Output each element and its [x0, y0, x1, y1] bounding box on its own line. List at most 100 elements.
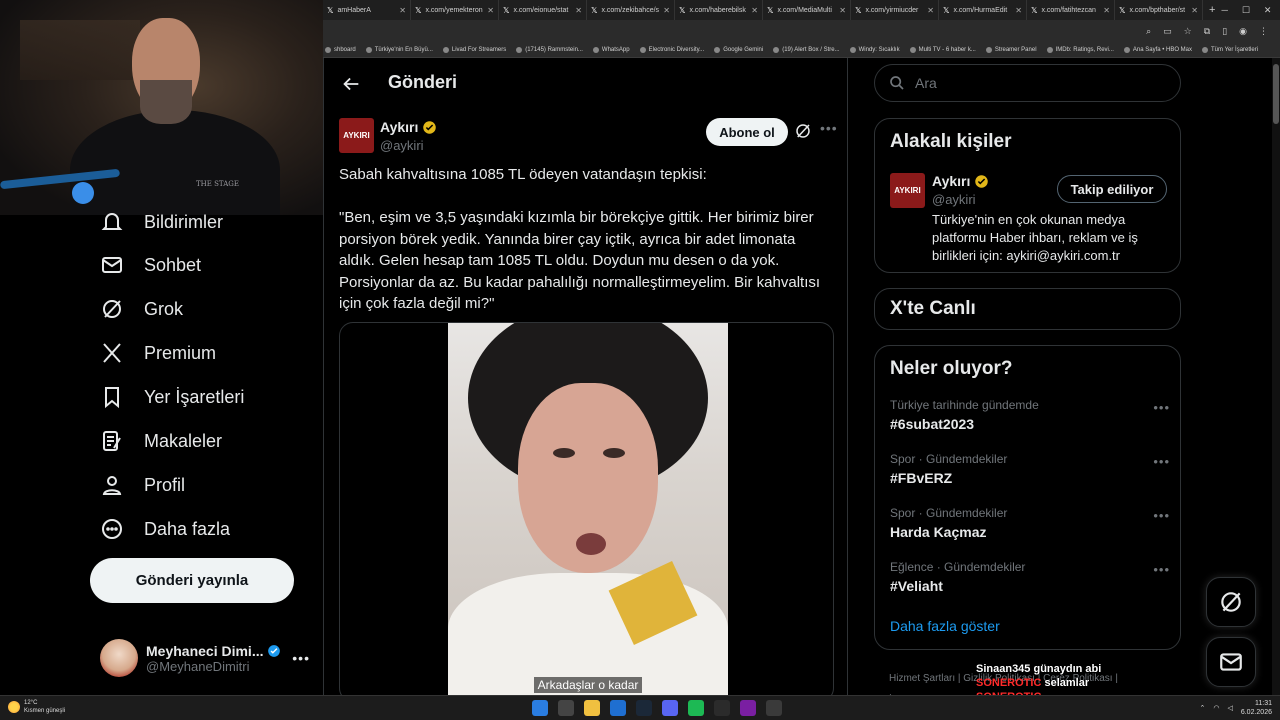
search-box[interactable]: [874, 64, 1181, 102]
wifi-icon[interactable]: ◠: [1213, 704, 1219, 712]
browser-tab[interactable]: 𝕏amHaberA ✕: [323, 0, 411, 20]
tab-close-icon[interactable]: ✕: [487, 6, 494, 15]
trend-item[interactable]: Türkiye tarihinde gündemde #6subat2023 •…: [890, 398, 1170, 442]
profile-icon[interactable]: ◉: [1239, 26, 1247, 37]
bookmark-item[interactable]: Türkiye'nin En Büyü...: [365, 46, 433, 53]
following-button[interactable]: Takip ediliyor: [1057, 175, 1167, 203]
trend-more-icon[interactable]: •••: [1153, 400, 1170, 415]
trend-more-icon[interactable]: •••: [1153, 508, 1170, 523]
bookmark-item[interactable]: Google Gemini: [714, 46, 763, 53]
app-icon[interactable]: [714, 700, 730, 716]
start-icon[interactable]: [532, 700, 548, 716]
bookmark-item[interactable]: IMDb: Ratings, Revi...: [1046, 46, 1114, 53]
minimize-icon[interactable]: ─: [1221, 5, 1227, 16]
tweet-video[interactable]: Arkadaşlar o kadar: [339, 322, 834, 695]
bookmark-item[interactable]: Livad For Streamers: [442, 46, 506, 53]
tab-close-icon[interactable]: ✕: [927, 6, 934, 15]
browser-tab[interactable]: 𝕏x.com/zekibahce/s ✕: [587, 0, 675, 20]
nav-profile[interactable]: Profil: [100, 470, 185, 500]
video-frame[interactable]: Arkadaşlar o kadar: [448, 323, 728, 695]
related-handle[interactable]: @aykiri: [932, 192, 976, 207]
tweet-author-avatar[interactable]: AYKIRI: [339, 118, 374, 153]
nav-more[interactable]: Daha fazla: [100, 514, 230, 544]
nav-notifications[interactable]: Bildirimler: [100, 207, 223, 237]
maximize-icon[interactable]: ☐: [1242, 5, 1250, 16]
spotify-icon[interactable]: [688, 700, 704, 716]
browser-tab[interactable]: 𝕏x.com/haberebilsk ✕: [675, 0, 763, 20]
cast-icon[interactable]: ▭: [1163, 26, 1172, 37]
page-scrollbar[interactable]: [1272, 58, 1280, 695]
browser-tab[interactable]: 𝕏x.com/eionue/stat ✕: [499, 0, 587, 20]
tray-chevron-icon[interactable]: ⌃: [1199, 704, 1205, 712]
tweet-author-handle[interactable]: @aykiri: [380, 138, 424, 153]
bookmark-item[interactable]: Electronic Diversity...: [639, 46, 704, 53]
tab-close-icon[interactable]: ✕: [575, 6, 582, 15]
bookmark-item[interactable]: Multi TV - 6 haber k...: [909, 46, 976, 53]
show-more-link[interactable]: Daha fazla göster: [890, 618, 1000, 634]
bookmark-item[interactable]: Ana Sayfa • HBO Max: [1123, 46, 1192, 53]
account-switcher[interactable]: Meyhaneci Dimi... @MeyhaneDimitri •••: [100, 636, 310, 680]
nav-premium[interactable]: Premium: [100, 338, 216, 368]
nav-grok[interactable]: Grok: [100, 294, 183, 324]
browser-tab[interactable]: 𝕏x.com/MediaMulti ✕: [763, 0, 851, 20]
tab-close-icon[interactable]: ✕: [839, 6, 846, 15]
subscribe-button[interactable]: Abone ol: [706, 118, 788, 146]
weather-widget[interactable]: 12°C Kısmen güneşli: [8, 699, 65, 715]
search-taskbar-icon[interactable]: [558, 700, 574, 716]
trend-item[interactable]: Spor · Gündemdekiler #FBvERZ •••: [890, 452, 1170, 496]
steam-icon[interactable]: [636, 700, 652, 716]
sidebar-icon[interactable]: ▯: [1222, 26, 1227, 37]
more-dots-icon[interactable]: •••: [292, 650, 310, 666]
browser-tab[interactable]: 𝕏x.com/yemekteron ✕: [411, 0, 499, 20]
extensions-icon[interactable]: ⧉: [1204, 26, 1210, 37]
tab-close-icon[interactable]: ✕: [1015, 6, 1022, 15]
browser-tab[interactable]: 𝕏x.com/HurmaEdit ✕: [939, 0, 1027, 20]
edge-icon[interactable]: [610, 700, 626, 716]
grok-fab[interactable]: [1206, 577, 1256, 627]
post-button[interactable]: Gönderi yayınla: [90, 558, 294, 603]
nav-chat[interactable]: Sohbet: [100, 250, 201, 280]
related-name[interactable]: Aykırı: [932, 173, 989, 189]
new-tab-button[interactable]: +: [1203, 4, 1221, 16]
bookmark-item[interactable]: Windy: Sıcaklık: [849, 46, 900, 53]
clock[interactable]: 11:31 6.02.2026: [1241, 699, 1272, 717]
browser-menu-icon[interactable]: ⋮: [1259, 26, 1268, 37]
file-explorer-icon[interactable]: [584, 700, 600, 716]
tweet-more-icon[interactable]: •••: [820, 120, 838, 136]
streaming-app-icon[interactable]: [740, 700, 756, 716]
tab-close-icon[interactable]: ✕: [663, 6, 670, 15]
bookmark-item[interactable]: shboard: [325, 46, 356, 53]
trend-more-icon[interactable]: •••: [1153, 454, 1170, 469]
star-icon[interactable]: ☆: [1184, 26, 1192, 37]
zoom-icon[interactable]: ⌕: [1146, 26, 1151, 37]
messages-fab[interactable]: [1206, 637, 1256, 687]
volume-icon[interactable]: ◁: [1227, 704, 1232, 712]
trend-more-icon[interactable]: •••: [1153, 562, 1170, 577]
bookmark-item[interactable]: Streamer Panel: [985, 46, 1037, 53]
nav-articles[interactable]: Makaleler: [100, 426, 222, 456]
related-avatar[interactable]: AYKIRI: [890, 173, 925, 208]
search-input[interactable]: [915, 75, 1165, 91]
bookmark-item[interactable]: Tüm Yer İşaretleri: [1202, 46, 1258, 53]
trend-item[interactable]: Spor · Gündemdekiler Harda Kaçmaz •••: [890, 506, 1170, 550]
browser-tab[interactable]: 𝕏x.com/bpthaber/st ✕: [1115, 0, 1203, 20]
tab-close-icon[interactable]: ✕: [399, 6, 406, 15]
browser-tab[interactable]: 𝕏x.com/fatihtezcan ✕: [1027, 0, 1115, 20]
live-card[interactable]: X'te Canlı: [874, 288, 1181, 330]
discord-icon[interactable]: [662, 700, 678, 716]
close-window-icon[interactable]: ✕: [1264, 5, 1272, 16]
tweet-author-name[interactable]: Aykırı: [380, 119, 437, 135]
tab-close-icon[interactable]: ✕: [1103, 6, 1110, 15]
settings-icon[interactable]: [766, 700, 782, 716]
bookmark-item[interactable]: WhatsApp: [592, 46, 630, 53]
grok-icon[interactable]: [794, 122, 812, 140]
bookmark-item[interactable]: (17145) Rammstein...: [516, 46, 583, 53]
back-arrow-icon[interactable]: [340, 73, 362, 95]
nav-bookmarks[interactable]: Yer İşaretleri: [100, 382, 244, 412]
trend-item[interactable]: Eğlence · Gündemdekiler #Veliaht •••: [890, 560, 1170, 604]
browser-tab[interactable]: 𝕏x.com/yirmiucder ✕: [851, 0, 939, 20]
bookmark-item[interactable]: (19) Alert Box / Stre...: [773, 46, 840, 53]
tab-close-icon[interactable]: ✕: [1191, 6, 1198, 15]
scrollbar-thumb[interactable]: [1273, 64, 1279, 124]
tab-close-icon[interactable]: ✕: [751, 6, 758, 15]
